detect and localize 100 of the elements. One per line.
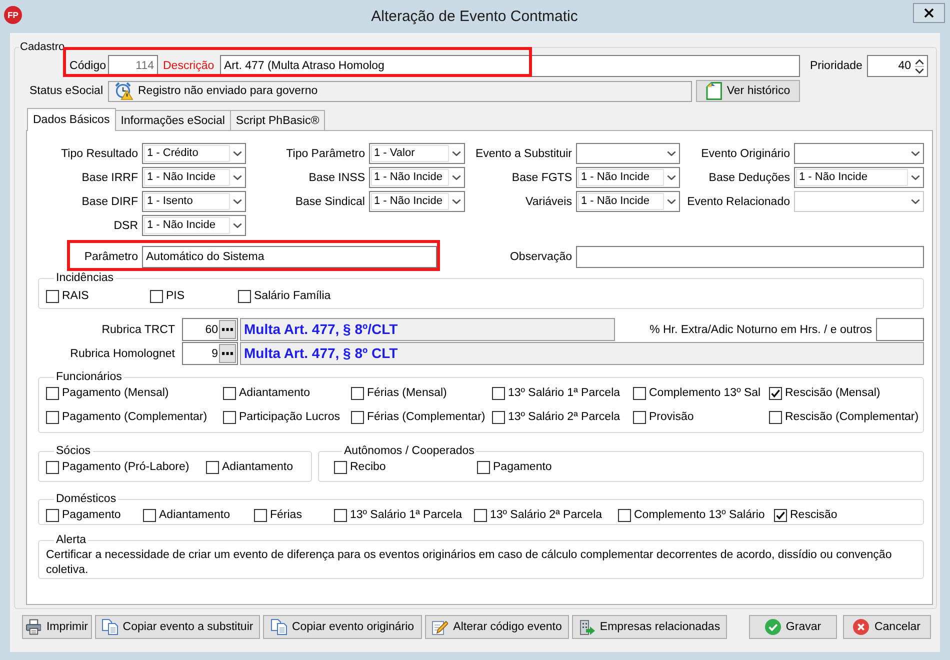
chevron-down-icon [452, 175, 461, 180]
checkbox-label: 13º Salário 1ª Parcela [350, 509, 462, 521]
dropdown[interactable]: 1 - Isento [142, 191, 246, 212]
field-label: Parâmetro [83, 251, 138, 263]
copy-icon [102, 619, 118, 635]
checkbox-label: RAIS [62, 290, 89, 302]
chevron-down-icon [911, 151, 920, 156]
code-field[interactable]: 9 [182, 342, 238, 365]
print-button[interactable]: Imprimir [22, 615, 92, 639]
checkbox[interactable] [633, 410, 646, 424]
checkbox[interactable] [774, 508, 787, 522]
field-label: Base FGTS [510, 172, 572, 184]
checkbox[interactable] [351, 386, 364, 400]
up-down-arrows-icon[interactable] [915, 58, 924, 74]
dropdown[interactable]: 1 - Não Incide [576, 167, 680, 188]
dropdown[interactable]: 1 - Não Incide [142, 215, 246, 236]
checkbox[interactable] [769, 410, 782, 424]
checkbox-label: Pagamento (Mensal) [62, 387, 169, 399]
checkbox[interactable] [206, 460, 219, 474]
ellipsis-button[interactable] [219, 320, 236, 339]
checkbox-label: Complemento 13º Salário [634, 509, 765, 521]
app-logo: FP [4, 6, 22, 24]
companies-button[interactable]: Empresas relacionadas [572, 615, 727, 639]
text-field[interactable] [576, 246, 924, 268]
text-field[interactable]: Art. 477 (Multa Atraso Homolog [220, 55, 800, 77]
checkbox[interactable] [223, 386, 236, 400]
close-button[interactable] [913, 3, 945, 23]
tab[interactable]: Dados Básicos [27, 108, 116, 131]
code-field[interactable]: 60 [182, 318, 238, 341]
dropdown[interactable] [576, 143, 680, 164]
dropdown[interactable]: 1 - Valor [369, 143, 465, 164]
group-title: Autônomos / Cooperados [343, 445, 476, 458]
history-button[interactable]: Ver histórico [696, 80, 800, 102]
ellipsis-button[interactable] [219, 344, 236, 363]
dropdown[interactable]: 1 - Não Incide [142, 167, 246, 188]
pencil-icon [432, 619, 448, 635]
chevron-down-icon [667, 175, 676, 180]
checkbox[interactable] [254, 508, 267, 522]
chevron-down-icon [233, 223, 242, 228]
checkbox[interactable] [492, 410, 505, 424]
checkbox[interactable] [46, 460, 59, 474]
checkbox[interactable] [223, 410, 236, 424]
checkbox[interactable] [633, 386, 646, 400]
tab[interactable]: Script PhBasic® [230, 110, 326, 130]
field-label: Evento a Substituir [474, 148, 572, 160]
checkbox-label: Provisão [649, 411, 694, 423]
checkbox[interactable] [46, 508, 59, 522]
checkbox[interactable] [769, 386, 782, 400]
copy-button[interactable]: Copiar evento a substituir [95, 615, 260, 639]
checkbox[interactable] [46, 410, 59, 424]
checkbox-label: Rescisão (Mensal) [785, 387, 880, 399]
field-label: Base Sindical [294, 196, 365, 208]
field-label: Observação [508, 251, 572, 263]
alert-text: Certificar a necessidade de criar um evento de diferença para os eventos originários em caso de cálculo complementar decorrentes de acordo, dissídio ou convenção coletiva. [46, 548, 893, 578]
checkbox-label: Recibo [350, 461, 386, 473]
dropdown[interactable]: 1 - Não Incide [576, 191, 680, 212]
edit-button[interactable]: Alterar código evento [425, 615, 569, 639]
field-label: Base DIRF [80, 196, 138, 208]
field-label: Tipo Parâmetro [285, 148, 365, 160]
checkbox-label: Salário Família [254, 290, 331, 302]
copy-button[interactable]: Copiar evento originário [263, 615, 422, 639]
dropdown[interactable] [794, 143, 924, 164]
checkbox[interactable] [492, 386, 505, 400]
dropdown[interactable]: 1 - Não Incide [794, 167, 924, 188]
dropdown[interactable]: 1 - Não Incide [369, 191, 465, 212]
checkbox[interactable] [143, 508, 156, 522]
checkbox-label: 13º Salário 2ª Parcela [508, 411, 620, 423]
checkbox-label: PIS [166, 290, 185, 302]
field-label: Prioridade [810, 60, 864, 72]
text-field[interactable] [876, 318, 924, 341]
checkbox[interactable] [334, 460, 347, 474]
checkbox[interactable] [150, 290, 163, 302]
text-field[interactable]: Automático do Sistema [142, 246, 437, 268]
checkbox-label: Pagamento [493, 461, 552, 473]
checkbox[interactable] [618, 508, 631, 522]
number-spinner[interactable]: 40 [867, 55, 928, 77]
group-title: Funcionários [55, 371, 123, 384]
ellipsis-icon [222, 352, 233, 355]
description-field: Multa Art. 477, § 8º/CLT [240, 318, 615, 341]
checkbox[interactable] [238, 290, 251, 302]
chevron-down-icon [452, 151, 461, 156]
checkbox[interactable] [477, 460, 490, 474]
chevron-down-icon [911, 199, 920, 204]
field-label: Descrição [163, 60, 216, 72]
chevron-down-icon [233, 175, 242, 180]
checkbox-label: Adiantamento [159, 509, 230, 521]
checkbox[interactable] [46, 290, 59, 302]
group-title: Sócios [55, 445, 92, 458]
checkbox[interactable] [334, 508, 347, 522]
save-button[interactable]: Gravar [749, 615, 837, 639]
cancel-button[interactable]: Cancelar [843, 615, 931, 639]
chevron-down-icon [233, 151, 242, 156]
field-label: Base IRRF [80, 172, 138, 184]
checkbox[interactable] [46, 386, 59, 400]
checkbox[interactable] [351, 410, 364, 424]
dropdown[interactable]: 1 - Crédito [142, 143, 246, 164]
copy-icon [270, 619, 287, 635]
chevron-down-icon [667, 151, 676, 156]
dropdown[interactable]: 1 - Não Incide [369, 167, 465, 188]
checkbox[interactable] [474, 508, 487, 522]
